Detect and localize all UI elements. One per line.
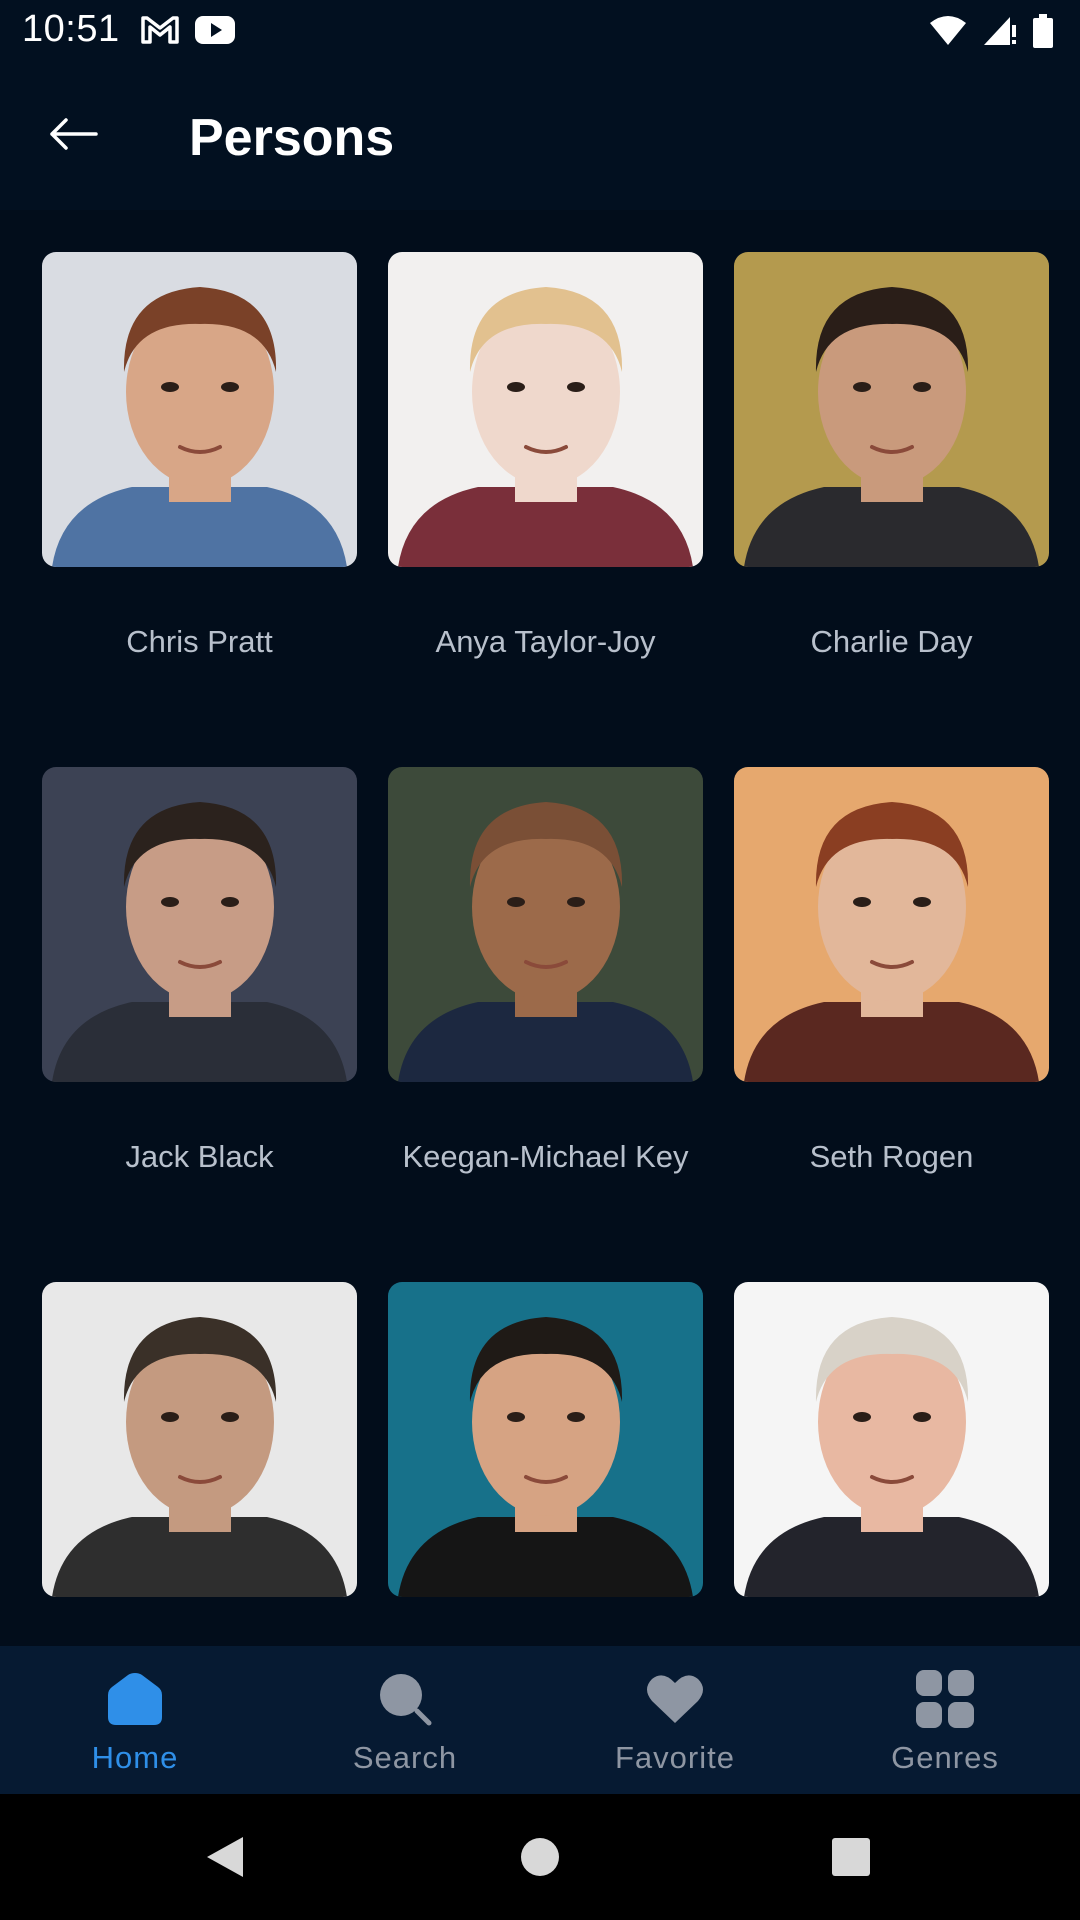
person-name: Keegan-Michael Key — [402, 1139, 689, 1174]
home-circle-icon[interactable] — [515, 1832, 565, 1882]
person-card[interactable]: Charlie Day — [734, 252, 1049, 659]
youtube-icon — [195, 16, 235, 44]
app-bar: Persons — [0, 62, 1080, 210]
person-photo — [388, 767, 703, 1082]
person-name: Charlie Day — [810, 624, 973, 659]
person-card[interactable]: Chris Pratt — [42, 252, 357, 659]
person-photo — [734, 252, 1049, 567]
status-bar: 10:51 — [0, 0, 1080, 62]
page-title: Persons — [189, 109, 395, 167]
grid-icon — [914, 1668, 976, 1730]
back-triangle-icon[interactable] — [200, 1832, 250, 1882]
person-photo — [734, 1282, 1049, 1597]
back-button[interactable] — [44, 104, 104, 164]
person-card[interactable]: Jack Black — [42, 767, 357, 1174]
wifi-icon — [930, 16, 966, 45]
person-name: Anya Taylor-Joy — [435, 624, 656, 659]
person-photo — [42, 252, 357, 567]
recents-square-icon[interactable] — [826, 1832, 876, 1882]
nav-label-search: Search — [352, 1740, 458, 1775]
nav-item-genres[interactable]: Genres — [810, 1646, 1080, 1794]
signal-icon — [984, 17, 1016, 45]
person-photo — [42, 767, 357, 1082]
arrow-left-icon — [50, 118, 98, 150]
gmail-icon — [141, 16, 179, 44]
person-name: Seth Rogen — [809, 1139, 974, 1174]
person-card[interactable] — [388, 1282, 703, 1597]
nav-item-favorite[interactable]: Favorite — [540, 1646, 810, 1794]
person-photo — [388, 1282, 703, 1597]
status-right-icons — [928, 14, 1054, 48]
person-name: Jack Black — [125, 1139, 274, 1174]
person-card[interactable] — [734, 1282, 1049, 1597]
person-photo — [42, 1282, 357, 1597]
person-name: Chris Pratt — [126, 624, 273, 659]
person-card[interactable] — [42, 1282, 357, 1597]
status-left-icons — [140, 14, 236, 46]
search-icon — [374, 1668, 436, 1730]
nav-item-search[interactable]: Search — [270, 1646, 540, 1794]
person-card[interactable]: Seth Rogen — [734, 767, 1049, 1174]
system-navigation-bar — [0, 1794, 1080, 1920]
heart-icon — [644, 1668, 706, 1730]
person-photo — [734, 767, 1049, 1082]
nav-item-home[interactable]: Home — [0, 1646, 270, 1794]
bottom-navigation: Home Search Favorite Genres — [0, 1646, 1080, 1794]
nav-label-home: Home — [91, 1740, 179, 1775]
status-time: 10:51 — [22, 8, 120, 50]
nav-label-genres: Genres — [891, 1740, 999, 1775]
nav-label-favorite: Favorite — [615, 1740, 735, 1775]
home-icon — [104, 1668, 166, 1730]
persons-grid-container[interactable]: Chris Pratt Anya Taylor-Joy Charlie Day Jac… — [0, 210, 1080, 1646]
person-card[interactable]: Keegan-Michael Key — [388, 767, 703, 1174]
battery-icon — [1033, 14, 1053, 48]
person-photo — [388, 252, 703, 567]
person-card[interactable]: Anya Taylor-Joy — [388, 252, 703, 659]
